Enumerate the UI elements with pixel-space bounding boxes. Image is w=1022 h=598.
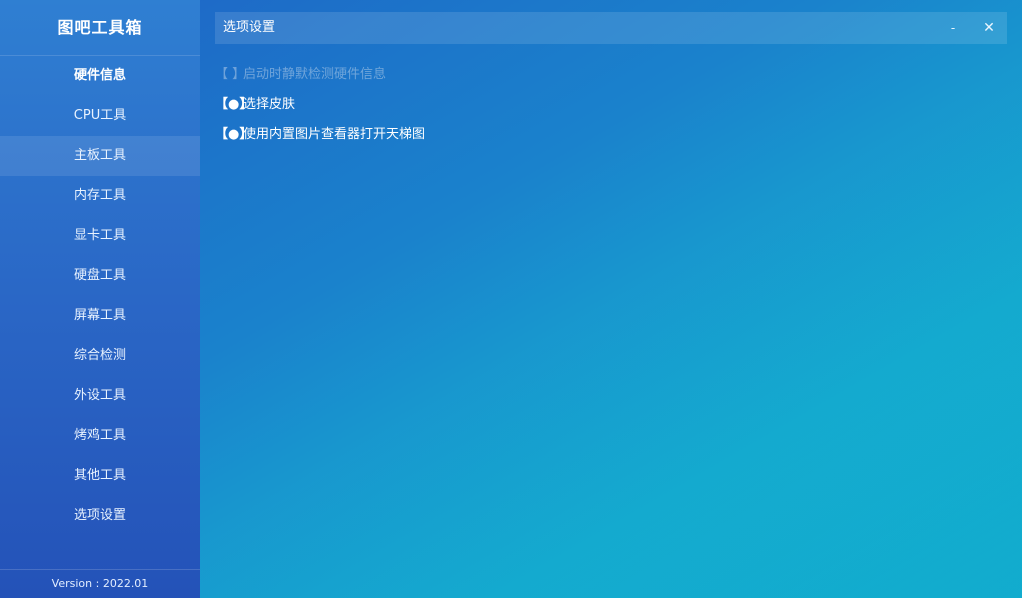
options-list: 【 】启动时静默检测硬件信息 【●】选择皮肤 【●】使用内置图片查看器打开天梯图: [215, 60, 425, 150]
panel-titlebar: 选项设置 - ✕: [215, 12, 1007, 44]
sidebar-item-screen-tools[interactable]: 屏幕工具: [0, 296, 200, 336]
option-label: 选择皮肤: [243, 97, 296, 112]
close-icon[interactable]: ✕: [977, 12, 1001, 44]
sidebar-item-settings[interactable]: 选项设置: [0, 496, 200, 536]
sidebar-item-motherboard-tools[interactable]: 主板工具: [0, 136, 200, 176]
option-choose-skin[interactable]: 【●】选择皮肤: [215, 90, 425, 120]
app-title: 图吧工具箱: [0, 0, 200, 56]
minimize-icon[interactable]: -: [941, 12, 965, 44]
sidebar-item-memory-tools[interactable]: 内存工具: [0, 176, 200, 216]
checkbox-checked-icon: 【●】: [215, 127, 253, 142]
option-builtin-image-viewer[interactable]: 【●】使用内置图片查看器打开天梯图: [215, 120, 425, 150]
sidebar-item-hardware-info[interactable]: 硬件信息: [0, 56, 200, 96]
sidebar-item-stress-tools[interactable]: 烤鸡工具: [0, 416, 200, 456]
sidebar-item-general-test[interactable]: 综合检测: [0, 336, 200, 376]
version-label: Version : 2022.01: [0, 569, 200, 598]
sidebar-item-cpu-tools[interactable]: CPU工具: [0, 96, 200, 136]
main-panel: 选项设置 - ✕ 【 】启动时静默检测硬件信息 【●】选择皮肤 【●】使用内置图…: [200, 0, 1022, 598]
sidebar-item-disk-tools[interactable]: 硬盘工具: [0, 256, 200, 296]
sidebar-nav: 硬件信息 CPU工具 主板工具 内存工具 显卡工具 硬盘工具 屏幕工具 综合检测…: [0, 56, 200, 536]
option-label: 使用内置图片查看器打开天梯图: [243, 127, 426, 142]
sidebar: 图吧工具箱 硬件信息 CPU工具 主板工具 内存工具 显卡工具 硬盘工具 屏幕工…: [0, 0, 200, 598]
checkbox-checked-icon: 【●】: [215, 97, 253, 112]
sidebar-item-peripheral-tools[interactable]: 外设工具: [0, 376, 200, 416]
panel-title: 选项设置: [223, 20, 276, 35]
sidebar-item-gpu-tools[interactable]: 显卡工具: [0, 216, 200, 256]
option-silent-hardware-detect[interactable]: 【 】启动时静默检测硬件信息: [215, 60, 425, 90]
checkbox-unchecked-icon: 【 】: [215, 67, 246, 82]
option-label: 启动时静默检测硬件信息: [243, 67, 387, 82]
app-window: 图吧工具箱 硬件信息 CPU工具 主板工具 内存工具 显卡工具 硬盘工具 屏幕工…: [0, 0, 1022, 598]
sidebar-item-other-tools[interactable]: 其他工具: [0, 456, 200, 496]
